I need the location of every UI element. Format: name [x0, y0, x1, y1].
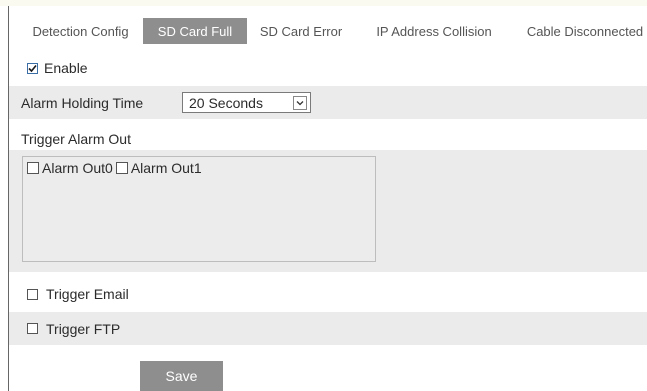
- tab-sd-card-error[interactable]: SD Card Error: [247, 18, 355, 44]
- save-button[interactable]: Save: [140, 361, 223, 391]
- alarm-holding-time-select[interactable]: 20 Seconds: [182, 92, 311, 113]
- alarm-out0-checkbox[interactable]: [27, 162, 39, 174]
- trigger-alarm-out-row: Trigger Alarm Out: [9, 127, 647, 151]
- alarm-out0-option[interactable]: Alarm Out0: [27, 160, 113, 176]
- tab-ip-address-collision[interactable]: IP Address Collision: [355, 18, 513, 44]
- trigger-email-row: Trigger Email: [9, 281, 647, 307]
- alarm-out1-checkbox[interactable]: [115, 162, 128, 174]
- chevron-down-icon[interactable]: [293, 95, 307, 110]
- trigger-alarm-out-label: Trigger Alarm Out: [21, 131, 131, 147]
- tab-detection-config[interactable]: Detection Config: [18, 18, 143, 44]
- enable-label: Enable: [44, 60, 88, 76]
- trigger-email-checkbox[interactable]: [27, 288, 38, 300]
- alarm-out0-label: Alarm Out0: [42, 160, 113, 176]
- alarm-out1-option[interactable]: Alarm Out1: [115, 160, 202, 176]
- alarm-holding-time-row: Alarm Holding Time 20 Seconds: [9, 86, 647, 119]
- enable-checkbox[interactable]: [27, 62, 38, 74]
- trigger-email-label: Trigger Email: [46, 286, 129, 302]
- alarm-holding-time-label: Alarm Holding Time: [21, 94, 144, 111]
- tab-sd-card-full[interactable]: SD Card Full: [143, 18, 247, 44]
- alarm-holding-time-value: 20 Seconds: [189, 94, 263, 111]
- tab-bar: Detection Config SD Card Full SD Card Er…: [18, 18, 647, 44]
- checkmark-icon: [28, 64, 37, 72]
- alarm-out1-label: Alarm Out1: [130, 160, 202, 176]
- top-strip: [0, 0, 647, 6]
- trigger-ftp-row: Trigger FTP: [9, 312, 647, 345]
- alarm-out-list: Alarm Out0 Alarm Out1: [22, 156, 376, 262]
- alarm-out-panel: Alarm Out0 Alarm Out1: [9, 150, 647, 272]
- tab-cable-disconnected[interactable]: Cable Disconnected: [513, 18, 647, 44]
- trigger-ftp-label: Trigger FTP: [46, 320, 121, 337]
- enable-row: Enable: [9, 56, 647, 80]
- trigger-ftp-checkbox[interactable]: [27, 323, 38, 334]
